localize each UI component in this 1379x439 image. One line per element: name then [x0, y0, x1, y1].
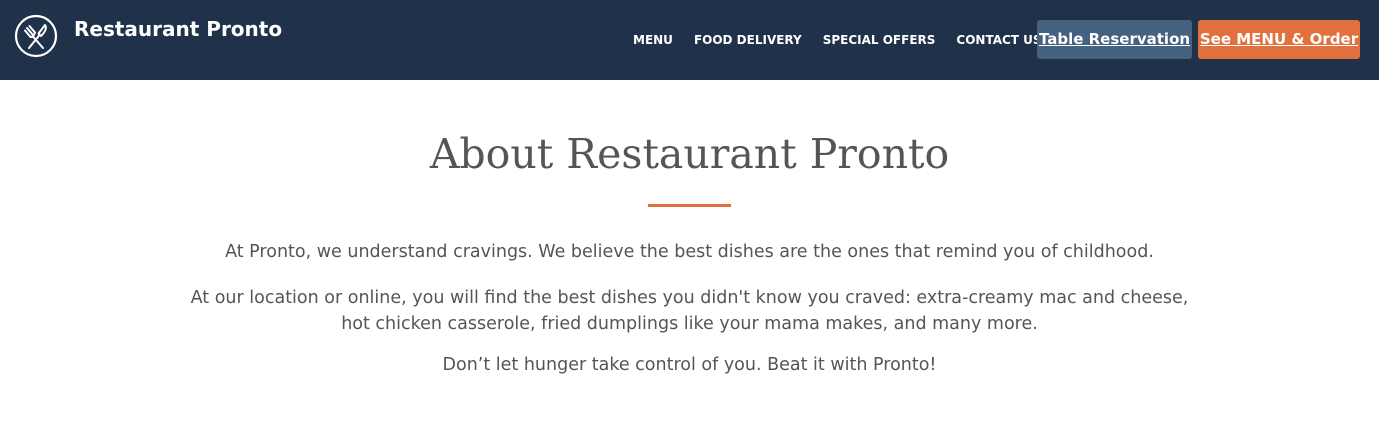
- fork-knife-icon: [14, 14, 58, 58]
- about-paragraph-3: Don’t let hunger take control of you. Be…: [442, 355, 937, 375]
- about-paragraph-1: At Pronto, we understand cravings. We be…: [225, 242, 1154, 262]
- nav-item-special-offers[interactable]: SPECIAL OFFERS: [823, 33, 936, 47]
- nav-item-menu[interactable]: MENU: [633, 33, 673, 47]
- table-reservation-button[interactable]: Table Reservation: [1037, 20, 1192, 59]
- brand-name: Restaurant Pronto: [74, 17, 283, 41]
- nav-item-contact-us[interactable]: CONTACT US: [956, 33, 1041, 47]
- main-nav: MENU FOOD DELIVERY SPECIAL OFFERS CONTAC…: [633, 0, 1063, 80]
- see-menu-order-button[interactable]: See MENU & Order: [1198, 20, 1360, 59]
- about-paragraph-2: At our location or online, you will find…: [190, 288, 1189, 334]
- title-divider: [648, 204, 731, 207]
- top-navbar: Restaurant Pronto MENU FOOD DELIVERY SPE…: [0, 0, 1379, 80]
- page-title: About Restaurant Pronto: [429, 130, 950, 178]
- nav-item-food-delivery[interactable]: FOOD DELIVERY: [694, 33, 802, 47]
- brand-link[interactable]: Restaurant Pronto: [14, 14, 282, 58]
- about-section: About Restaurant Pronto At Pronto, we un…: [0, 80, 1379, 439]
